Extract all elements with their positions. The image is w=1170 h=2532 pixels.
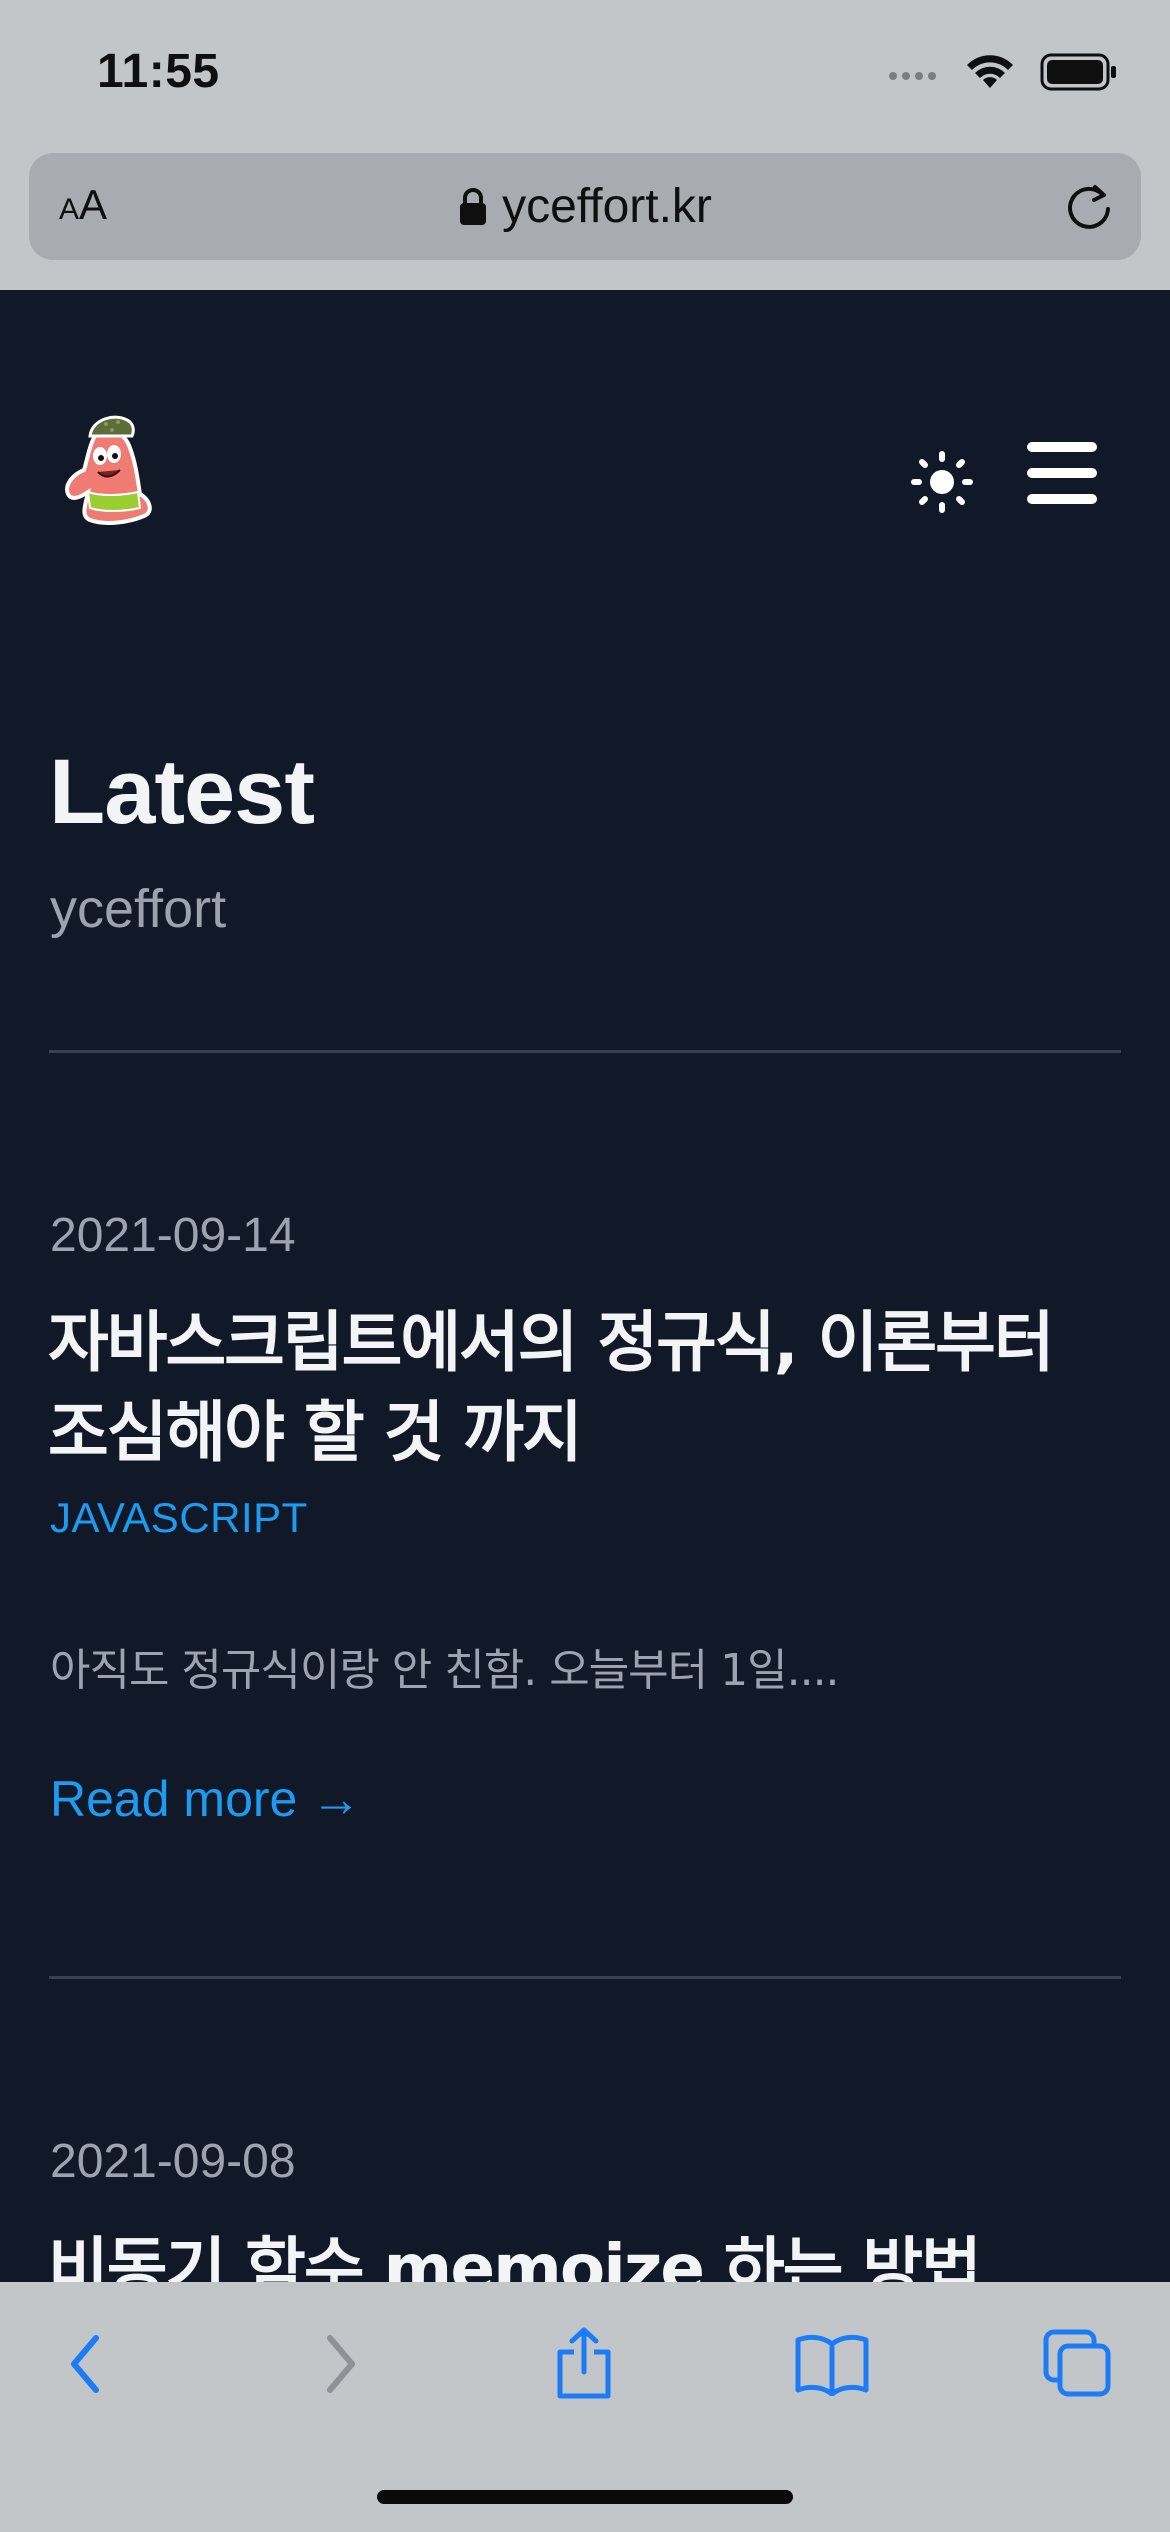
url-text: yceffort.kr xyxy=(502,180,712,233)
lock-icon xyxy=(460,187,487,225)
divider xyxy=(49,1050,1121,1053)
cellular-signal-icon xyxy=(889,72,936,80)
hamburger-menu-icon[interactable] xyxy=(1027,442,1099,506)
sun-icon[interactable] xyxy=(910,450,974,514)
browser-url-area: A A yceffort.kr xyxy=(0,150,1170,290)
share-icon xyxy=(557,2327,611,2399)
status-icons xyxy=(888,52,1118,92)
reload-icon[interactable] xyxy=(1063,181,1115,233)
read-more-link[interactable]: Read more → xyxy=(50,1770,361,1828)
forward-icon xyxy=(327,2335,355,2393)
menu-bar xyxy=(1027,494,1097,504)
address-bar[interactable]: A A yceffort.kr xyxy=(29,153,1141,260)
screen: 11:55 A A yceffort.kr Latest yceffort 20… xyxy=(0,0,1170,2532)
back-button[interactable] xyxy=(46,2324,126,2404)
tabs-icon xyxy=(1043,2329,1111,2397)
status-time: 11:55 xyxy=(97,45,220,98)
share-button[interactable] xyxy=(544,2324,624,2404)
post-summary: 아직도 정규식이랑 안 친함. 오늘부터 1일.... xyxy=(50,1645,840,1696)
page-title: Latest xyxy=(49,741,315,843)
url-display[interactable]: yceffort.kr xyxy=(29,179,1141,234)
bookmarks-icon xyxy=(795,2334,869,2396)
site-logo[interactable] xyxy=(60,408,155,528)
post-date: 2021-09-08 xyxy=(50,2135,296,2188)
page-subtitle: yceffort xyxy=(50,879,227,939)
post-date: 2021-09-14 xyxy=(50,1209,296,1262)
forward-button[interactable] xyxy=(300,2324,380,2404)
battery-icon xyxy=(1040,53,1116,91)
home-indicator[interactable] xyxy=(377,2490,793,2504)
menu-bar xyxy=(1027,468,1097,478)
post-tag[interactable]: JAVASCRIPT xyxy=(50,1494,308,1542)
tabs-button[interactable] xyxy=(1038,2324,1118,2404)
site-header xyxy=(0,290,1170,590)
status-bar: 11:55 xyxy=(0,0,1170,150)
back-icon xyxy=(71,2335,99,2393)
divider xyxy=(49,1976,1121,1979)
bookmarks-button[interactable] xyxy=(792,2324,872,2404)
wifi-icon xyxy=(967,55,1013,88)
post-title[interactable]: 자바스크립트에서의 정규식, 이론부터 조심해야 할 것 까지 xyxy=(48,1298,1118,1478)
menu-bar xyxy=(1027,442,1097,452)
